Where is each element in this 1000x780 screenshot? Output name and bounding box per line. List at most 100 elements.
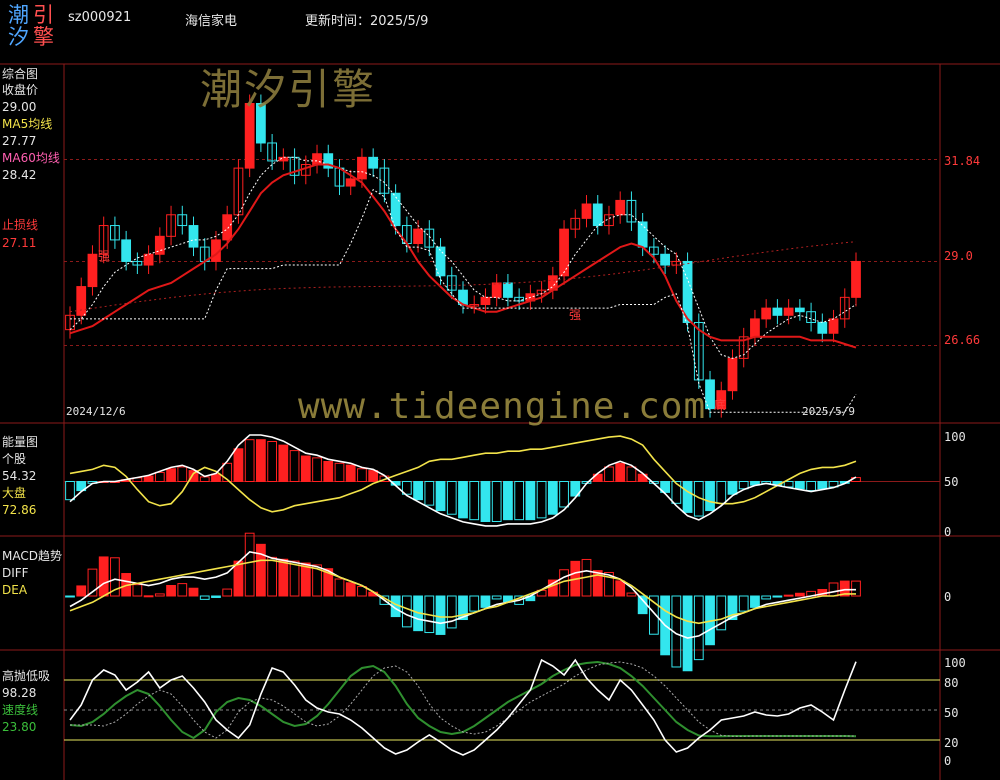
candle-body <box>581 203 592 219</box>
energy-bar <box>727 481 738 495</box>
candle-body <box>435 246 446 277</box>
candle-body <box>121 239 132 262</box>
macd-bar <box>626 592 637 597</box>
update-time: 更新时间：2025/5/9 <box>305 14 429 29</box>
energy-bar <box>435 481 446 512</box>
ma5-line <box>69 156 857 359</box>
energy-bar <box>469 481 480 521</box>
stock-name: 海信家电 <box>185 14 238 29</box>
energy-bar <box>705 481 715 512</box>
logo-char-2: 引 <box>33 3 54 27</box>
energy-bar <box>323 461 334 483</box>
logo-char-4: 擎 <box>33 25 54 49</box>
main-ytick-high: 31.84 <box>944 154 981 168</box>
close-value: 29.00 <box>2 100 37 114</box>
energy-bar <box>233 448 244 482</box>
energy-bar <box>424 481 435 506</box>
candle-body <box>357 156 367 180</box>
energy-bar <box>783 481 794 488</box>
close-label: 收盘价 <box>2 83 39 97</box>
energy-bar <box>794 481 805 490</box>
macd-bar <box>233 560 244 597</box>
ma60-label: MA60均线 <box>2 151 60 165</box>
macd-bar <box>334 578 345 597</box>
macd-bar <box>98 556 109 597</box>
candle-body <box>87 253 98 288</box>
energy-bar <box>536 481 547 519</box>
energy-bar <box>413 481 423 501</box>
energy-bar <box>65 481 75 501</box>
macd-bar <box>469 595 480 612</box>
main-ytick-low: 26.66 <box>944 333 981 347</box>
main-ytick-mid: 29.0 <box>944 249 973 263</box>
energy-bar <box>503 481 513 521</box>
candle-body <box>783 307 794 316</box>
energy-bar <box>817 481 828 490</box>
candle-body <box>772 307 783 316</box>
macd-bar <box>199 595 210 600</box>
energy-stock-value: 54.32 <box>2 469 37 483</box>
macd-bar <box>446 595 457 629</box>
gaopao-ytick-80: 80 <box>944 676 959 690</box>
energy-bar <box>345 464 356 482</box>
speed-line-label: 速度线 <box>2 703 39 717</box>
candle-body <box>312 153 322 166</box>
energy-bar <box>458 481 468 519</box>
energy-bar <box>334 462 345 483</box>
candle-body <box>727 357 738 392</box>
url-watermark: www.tideengine.com <box>298 386 707 427</box>
brand-watermark: 潮汐引擎 <box>200 65 377 114</box>
energy-bar <box>626 466 637 482</box>
candle-body <box>222 214 233 241</box>
candle-body <box>368 156 379 169</box>
macd-bar <box>772 595 783 598</box>
candle-body <box>491 282 502 298</box>
strong-annotation-1: 强 <box>98 249 111 263</box>
energy-bar <box>244 439 255 483</box>
logo-char-3: 汐 <box>8 25 29 49</box>
energy-bar <box>716 481 727 504</box>
macd-bar <box>491 595 502 600</box>
macd-panel-title: MACD趋势 <box>2 549 62 563</box>
macd-bar <box>267 556 277 597</box>
main-panel-title: 综合图 <box>2 67 39 81</box>
energy-bar <box>604 466 614 482</box>
gaopao-ytick-50: 50 <box>944 706 959 720</box>
gaopao-ytick-20: 20 <box>944 736 959 750</box>
bottom-annotation: 底 <box>714 398 727 412</box>
gaopao-panel-title: 高抛低吸 <box>2 669 51 683</box>
macd-bar <box>211 595 221 598</box>
speed-line-value: 23.80 <box>2 720 37 734</box>
energy-bar <box>368 470 379 483</box>
energy-bar <box>166 468 176 482</box>
macd-diff-label: DIFF <box>2 566 29 580</box>
energy-bar <box>143 475 154 482</box>
gaopao-ytick-100: 100 <box>944 656 966 670</box>
macd-bar <box>783 594 794 597</box>
macd-diff-line <box>69 551 856 639</box>
energy-bar <box>177 466 188 482</box>
macd-bar <box>244 532 255 597</box>
macd-bar <box>222 588 233 597</box>
ma5-label: MA5均线 <box>2 117 53 131</box>
candle-body <box>660 253 670 266</box>
energy-bar <box>525 481 536 521</box>
energy-bar <box>357 468 367 482</box>
macd-dea-label: DEA <box>2 583 28 597</box>
macd-bar <box>278 558 289 597</box>
candle-body <box>143 253 154 266</box>
macd-bar <box>154 593 165 597</box>
macd-bar <box>435 595 446 635</box>
main-date-end: 2025/5/9 <box>802 405 855 418</box>
macd-bar <box>750 595 760 608</box>
energy-ytick-100: 100 <box>944 430 966 444</box>
energy-market-label: 大盘 <box>2 486 27 500</box>
energy-bar <box>514 481 525 521</box>
energy-bar <box>559 481 569 508</box>
energy-bar <box>154 471 165 483</box>
energy-bar <box>289 450 300 482</box>
energy-bar <box>806 481 816 492</box>
logo-char-1: 潮 <box>8 3 29 27</box>
macd-bar <box>480 595 491 608</box>
candle-body <box>637 221 648 248</box>
